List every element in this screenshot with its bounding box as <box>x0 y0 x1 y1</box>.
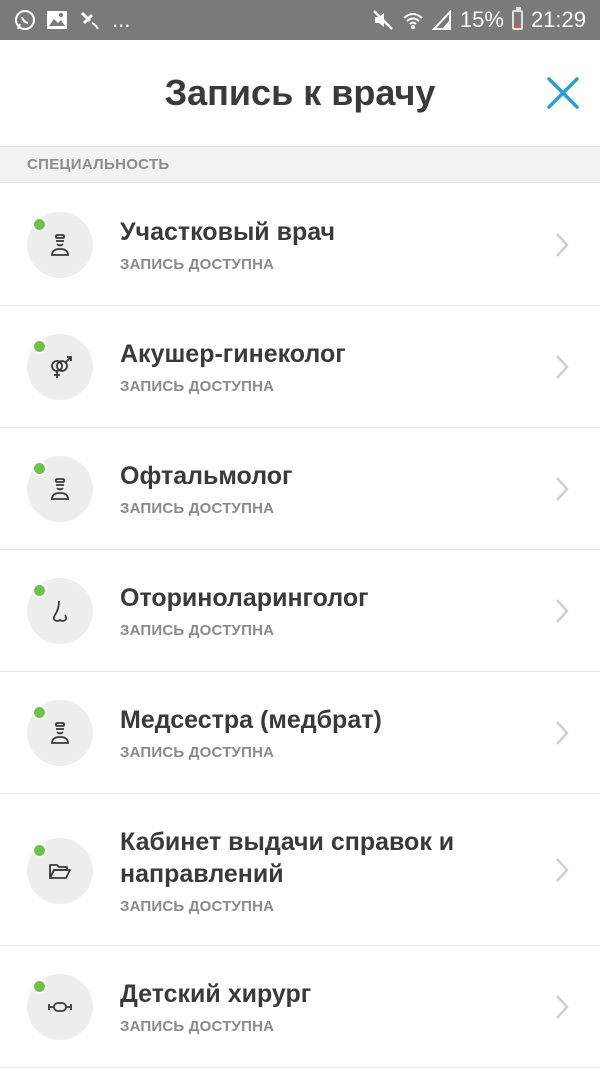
specialty-icon-badge <box>27 838 93 904</box>
specialty-icon-badge <box>27 578 93 644</box>
specialty-title: Акушер-гинеколог <box>120 340 346 368</box>
chevron-right-icon <box>556 720 569 745</box>
specialty-text: Медсестра (медбрат) ЗАПИСЬ ДОСТУПНА <box>120 704 520 761</box>
specialty-row[interactable]: Медсестра (медбрат) ЗАПИСЬ ДОСТУПНА <box>0 672 600 794</box>
specialty-status: ЗАПИСЬ ДОСТУПНА <box>120 500 275 517</box>
section-title: СПЕЦИАЛЬНОСТЬ <box>27 156 170 173</box>
chevron-right-icon <box>556 857 569 882</box>
available-status-dot <box>32 217 47 232</box>
specialty-row[interactable]: Офтальмолог ЗАПИСЬ ДОСТУПНА <box>0 428 600 550</box>
more-indicator: ... <box>112 7 131 32</box>
bone-icon <box>48 1002 72 1012</box>
specialty-text: Детский хирург ЗАПИСЬ ДОСТУПНА <box>120 978 520 1035</box>
doctor-icon <box>51 722 69 744</box>
specialty-status: ЗАПИСЬ ДОСТУПНА <box>120 1018 275 1035</box>
nose-icon <box>52 600 68 622</box>
app-header: Запись к врачу <box>0 40 600 147</box>
available-status-dot <box>32 979 47 994</box>
specialty-title: Кабинет выдачи справок и направлений <box>120 828 455 888</box>
mute-icon <box>372 9 394 31</box>
specialty-text: Кабинет выдачи справок и направлений ЗАП… <box>120 826 520 915</box>
wifi-icon <box>402 10 424 30</box>
doctor-icon <box>51 478 69 500</box>
specialty-icon-badge <box>27 456 93 522</box>
close-icon <box>547 77 579 109</box>
specialty-title: Медсестра (медбрат) <box>120 706 382 734</box>
specialty-icon-badge <box>27 700 93 766</box>
specialty-row[interactable]: Акушер-гинеколог ЗАПИСЬ ДОСТУПНА <box>0 306 600 428</box>
chevron-right-icon <box>556 232 569 257</box>
specialty-text: Офтальмолог ЗАПИСЬ ДОСТУПНА <box>120 460 520 517</box>
specialty-text: Оториноларинголог ЗАПИСЬ ДОСТУПНА <box>120 582 520 639</box>
battery-icon <box>511 7 523 30</box>
specialty-text: Акушер-гинеколог ЗАПИСЬ ДОСТУПНА <box>120 338 520 395</box>
specialty-icon-badge <box>27 212 93 278</box>
close-button[interactable] <box>546 76 580 110</box>
specialty-text: Участковый врач ЗАПИСЬ ДОСТУПНА <box>120 216 520 273</box>
specialty-title: Участковый врач <box>120 218 336 246</box>
gender-icon <box>51 356 72 378</box>
specialty-status: ЗАПИСЬ ДОСТУПНА <box>120 898 275 915</box>
specialty-title: Офтальмолог <box>120 462 293 490</box>
whatsapp-icon <box>14 9 36 31</box>
available-status-dot <box>32 843 47 858</box>
specialty-status: ЗАПИСЬ ДОСТУПНА <box>120 744 275 761</box>
specialty-icon-badge <box>27 334 93 400</box>
available-status-dot <box>32 583 47 598</box>
chevron-right-icon <box>556 994 569 1019</box>
specialty-row[interactable]: Кабинет выдачи справок и направлений ЗАП… <box>0 794 600 946</box>
specialty-title: Оториноларинголог <box>120 584 369 612</box>
specialty-status: ЗАПИСЬ ДОСТУПНА <box>120 256 275 273</box>
satellite-icon <box>78 9 102 31</box>
folder-icon <box>49 864 71 879</box>
available-status-dot <box>32 705 47 720</box>
specialty-row[interactable]: Детский хирург ЗАПИСЬ ДОСТУПНА <box>0 946 600 1068</box>
specialty-status: ЗАПИСЬ ДОСТУПНА <box>120 622 275 639</box>
clock: 21:29 <box>530 7 586 32</box>
status-bar-left: ... <box>14 7 130 33</box>
available-status-dot <box>32 461 47 476</box>
specialty-row[interactable]: Оториноларинголог ЗАПИСЬ ДОСТУПНА <box>0 550 600 672</box>
signal-icon <box>431 10 452 30</box>
chevron-right-icon <box>556 354 569 379</box>
specialty-list: Участковый врач ЗАПИСЬ ДОСТУПНА Акушер-г… <box>0 184 600 1068</box>
chevron-right-icon <box>556 598 569 623</box>
specialty-icon-badge <box>27 974 93 1040</box>
chevron-right-icon <box>556 476 569 501</box>
status-bar-right: 15% 21:29 <box>372 7 586 33</box>
page-title: Запись к врачу <box>164 72 436 113</box>
specialty-status: ЗАПИСЬ ДОСТУПНА <box>120 378 275 395</box>
specialty-row[interactable]: Участковый врач ЗАПИСЬ ДОСТУПНА <box>0 184 600 306</box>
battery-level <box>513 25 521 28</box>
section-header: СПЕЦИАЛЬНОСТЬ <box>0 147 600 183</box>
doctor-icon <box>51 234 69 256</box>
status-bar: ... 15% 21:29 <box>0 0 600 40</box>
battery-percent: 15% <box>459 7 504 32</box>
available-status-dot <box>32 339 47 354</box>
specialty-title: Детский хирург <box>120 980 312 1008</box>
gallery-icon <box>46 10 68 30</box>
